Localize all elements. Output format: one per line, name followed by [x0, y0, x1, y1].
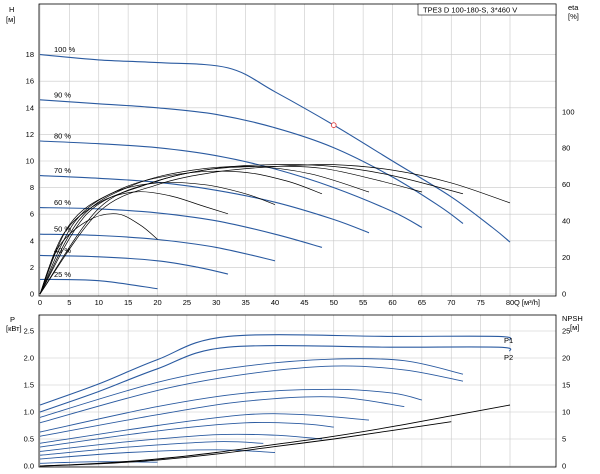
x-tick-label: 55: [359, 298, 367, 307]
power-curve: [39, 396, 405, 437]
y2-tick-label: 20: [562, 253, 570, 262]
power-tick-label: 0.0: [24, 462, 34, 471]
y-tick-label: 8: [30, 183, 34, 192]
npsh-axis-unit: [м]: [570, 323, 579, 332]
y-tick-label: 0: [30, 290, 34, 299]
npsh-tick-label: 15: [562, 381, 570, 390]
power-tick-label: 2.5: [24, 327, 34, 336]
y2-tick-label: 100: [562, 107, 575, 116]
duty-point-marker: [330, 122, 337, 128]
y-tick-label: 2: [30, 263, 34, 272]
speed-label: 25 %: [54, 270, 71, 279]
power-curve: [39, 358, 464, 418]
y-tick-label: 10: [26, 157, 34, 166]
efficiency-curve: [39, 165, 422, 295]
power-npsh-panel: P1P2 0.00.51.01.52.02.50510152025 P [кВт…: [6, 314, 583, 471]
x-tick-label: 80: [506, 298, 514, 307]
y-axis-symbol: H: [9, 5, 14, 14]
x-tick-label: 20: [153, 298, 161, 307]
speed-label: 100 %: [54, 45, 76, 54]
pump-curve-chart: 100 % 90 % 80 % 70 % 60 % 50 % 40 % 25 % 0 5 10 15…: [6, 3, 583, 471]
x-tick-label: 70: [447, 298, 455, 307]
efficiency-curve: [39, 170, 323, 295]
x-axis-label: Q [м³/h]: [514, 298, 540, 307]
top-plot-frame: [38, 3, 557, 297]
y-tick-label: 14: [26, 103, 34, 112]
y2-axis-symbol: eta: [568, 3, 579, 12]
power-axis-unit: [кВт]: [6, 324, 22, 333]
speed-label: 70 %: [54, 166, 71, 175]
npsh-tick-label: 20: [562, 354, 570, 363]
x-tick-label: 15: [124, 298, 132, 307]
power-tick-label: 2.0: [24, 354, 34, 363]
y2-tick-label: 80: [562, 144, 570, 153]
head-curve: [39, 140, 423, 228]
power-curve: [39, 441, 264, 456]
power-series-label: P2: [504, 353, 513, 362]
head-curve: [39, 175, 370, 234]
efficiency-curve: [39, 164, 464, 295]
y2-tick-label: 40: [562, 217, 570, 226]
power-axis-symbol: P: [10, 315, 15, 324]
power-tick-label: 1.0: [24, 408, 34, 417]
npsh-tick-label: 5: [562, 435, 566, 444]
x-tick-label: 5: [67, 298, 71, 307]
efficiency-curve: [39, 166, 370, 295]
npsh-axis-symbol: NPSH: [562, 314, 583, 323]
x-tick-label: 60: [388, 298, 396, 307]
x-tick-label: 10: [95, 298, 103, 307]
npsh-tick-label: 10: [562, 408, 570, 417]
power-tick-label: 0.5: [24, 435, 34, 444]
y-tick-label: 4: [30, 236, 34, 245]
y-tick-label: 16: [26, 77, 34, 86]
x-tick-label: 25: [183, 298, 191, 307]
power-tick-label: 1.5: [24, 381, 34, 390]
npsh-tick-label: 0: [562, 462, 566, 471]
speed-label: 40 %: [54, 246, 71, 255]
x-tick-label: 75: [476, 298, 484, 307]
y-tick-label: 6: [30, 210, 34, 219]
x-tick-label: 0: [38, 298, 42, 307]
speed-label: 90 %: [54, 90, 71, 99]
chart-title: TPE3 D 100-180-S, 3*460 V: [423, 6, 517, 15]
x-tick-label: 35: [241, 298, 249, 307]
x-tick-label: 40: [271, 298, 279, 307]
y-tick-label: 18: [26, 50, 34, 59]
bottom-plot-frame: [38, 314, 557, 468]
y-axis-unit: [м]: [6, 15, 15, 24]
y2-axis-unit: [%]: [568, 12, 579, 21]
x-tick-label: 50: [330, 298, 338, 307]
x-tick-label: 45: [300, 298, 308, 307]
speed-label: 50 %: [54, 225, 71, 234]
head-eta-panel: 100 % 90 % 80 % 70 % 60 % 50 % 40 % 25 % 0 5 10 15…: [6, 3, 579, 307]
x-tick-label: 30: [212, 298, 220, 307]
head-curve: [39, 99, 464, 224]
power-series-label: P1: [504, 336, 513, 345]
y2-tick-label: 0: [562, 290, 566, 299]
speed-label: 60 %: [54, 198, 71, 207]
speed-label: 80 %: [54, 132, 71, 141]
x-tick-label: 65: [418, 298, 426, 307]
y2-tick-label: 60: [562, 180, 570, 189]
y-tick-label: 12: [26, 130, 34, 139]
